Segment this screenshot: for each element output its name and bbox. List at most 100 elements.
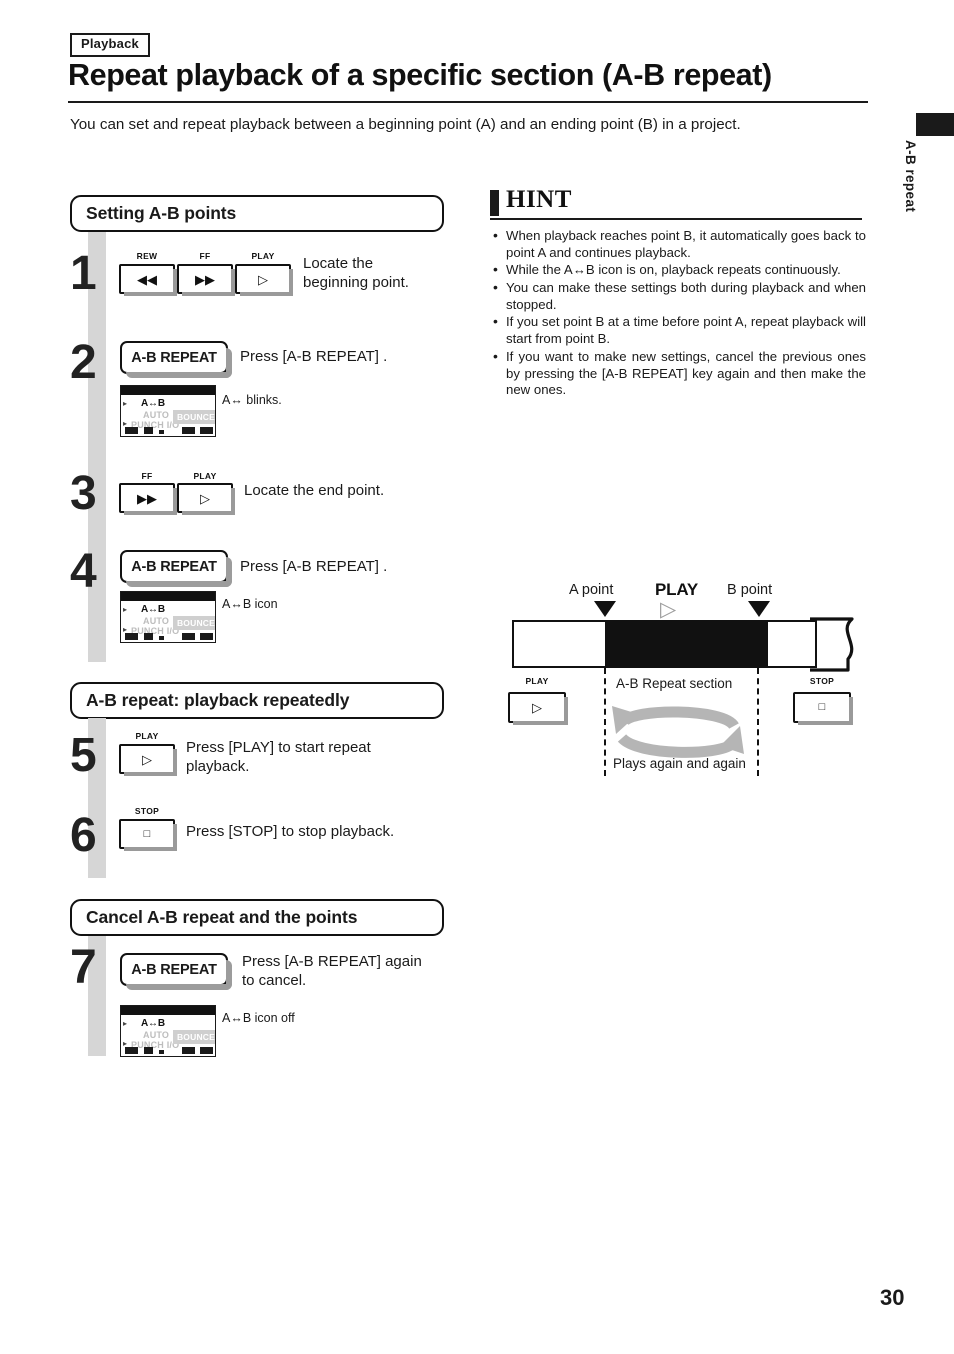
- rewind-icon: ◀◀: [137, 271, 157, 287]
- fast-forward-icon: ▶▶: [137, 490, 157, 506]
- step-number-5: 5: [70, 729, 97, 782]
- key-cap-play-3: PLAY: [193, 471, 217, 481]
- b-point-caret: [748, 601, 770, 617]
- lcd-left-marker-a: ▸: [123, 1019, 128, 1028]
- page-intro: You can set and repeat playback between …: [70, 116, 741, 133]
- lcd-ab-icon-4: A↔B: [141, 604, 165, 615]
- step-number-7: 7: [70, 941, 97, 994]
- loop-label: Plays again and again: [613, 756, 746, 771]
- stop-icon: □: [818, 701, 826, 713]
- hint-item: While the A↔B icon is on, playback repea…: [492, 261, 866, 279]
- fast-forward-icon: ▶▶: [195, 271, 215, 287]
- key-cap-ff-1: FF: [199, 251, 211, 261]
- step-number-1: 1: [70, 247, 97, 300]
- ab-repeat-button-2[interactable]: A-B REPEAT: [120, 341, 232, 378]
- lcd-tick: [125, 1047, 138, 1054]
- lcd-ab-icon-7: A↔B: [141, 1018, 165, 1029]
- lcd-top-bar: [121, 1006, 215, 1015]
- lcd-note-2: A↔ blinks.: [222, 393, 282, 407]
- lcd-tick: [144, 1047, 153, 1054]
- hint-item: If you want to make new settings, cancel…: [492, 348, 866, 399]
- lcd-bounce-label-4: BOUNCE: [172, 616, 215, 630]
- lcd-top-bar: [121, 592, 215, 601]
- lcd-tick: [200, 633, 213, 640]
- hint-item: If you set point B at a time before poin…: [492, 313, 866, 347]
- timeline-bar: [512, 617, 854, 672]
- play-icon: ▷: [532, 700, 542, 715]
- lcd-tick: [182, 1047, 195, 1054]
- hint-accent-bar: [490, 190, 499, 216]
- section-header-repeat: A-B repeat: playback repeatedly: [70, 682, 444, 720]
- lcd-tick: [159, 1050, 164, 1054]
- step-6-instruction: Press [STOP] to stop playback.: [186, 823, 395, 840]
- diagram-play-word: PLAY: [655, 580, 698, 599]
- key-shadow-bottom: [126, 984, 232, 990]
- lcd-tick: [200, 427, 213, 434]
- ff-button-3[interactable]: ▶▶: [119, 483, 177, 515]
- key-shadow-right: [226, 557, 232, 587]
- ab-repeat-label-7: A-B REPEAT: [131, 961, 217, 978]
- key-cap-diagram-stop: STOP: [809, 676, 835, 686]
- lcd-bounce-label-2: BOUNCE: [172, 410, 215, 424]
- lcd-tick: [144, 427, 153, 434]
- repeat-section-label: A-B Repeat section: [616, 676, 733, 691]
- hint-list: When playback reaches point B, it automa…: [492, 227, 866, 400]
- lcd-auto-label-7: AUTO: [143, 1030, 170, 1040]
- lcd-tick: [125, 633, 138, 640]
- key-cap-play-5: PLAY: [135, 731, 159, 741]
- page-number: 30: [880, 1285, 905, 1310]
- key-cap-ff-3: FF: [141, 471, 153, 481]
- lcd-display-7: ▸ ▸ A↔B AUTO PUNCH I/O BOUNCE: [120, 1005, 216, 1057]
- diagram-play-button[interactable]: ▷: [508, 692, 568, 725]
- a-point-caret: [594, 601, 616, 617]
- lcd-auto-label-4: AUTO: [143, 616, 170, 626]
- ab-repeat-label-4: A-B REPEAT: [131, 558, 217, 575]
- key-shadow-bottom: [126, 372, 232, 378]
- play-icon: ▷: [258, 271, 268, 287]
- margin-tab-label: A-B repeat: [903, 140, 918, 213]
- torn-edge-icon: [810, 617, 854, 672]
- step-4-instruction: Press [A-B REPEAT] .: [240, 558, 388, 575]
- ff-button-1[interactable]: ▶▶: [177, 264, 235, 296]
- category-tag: Playback: [70, 33, 150, 57]
- lcd-display-2: ▸ ▸ A↔B AUTO PUNCH I/O BOUNCE: [120, 385, 216, 437]
- rew-button[interactable]: ◀◀: [119, 264, 177, 296]
- play-icon: ▷: [142, 751, 152, 767]
- loop-arrow-icon: [612, 706, 744, 758]
- key-shadow-bottom: [126, 581, 232, 587]
- play-button-1[interactable]: ▷: [235, 264, 293, 296]
- lcd-bounce-label-7: BOUNCE: [172, 1030, 215, 1044]
- step-7-instruction: Press [A-B REPEAT] again to cancel.: [242, 953, 422, 989]
- key-cap-stop-6: STOP: [134, 806, 160, 816]
- key-cap-diagram-play: PLAY: [525, 676, 549, 686]
- stop-button-6[interactable]: □: [119, 819, 177, 851]
- lcd-tick: [159, 636, 164, 640]
- section-header-cancel: Cancel A-B repeat and the points: [70, 899, 444, 937]
- timeline-repeat-region: [605, 620, 768, 668]
- section-header-setting: Setting A-B points: [70, 195, 444, 233]
- key-cap-play-1: PLAY: [251, 251, 275, 261]
- lcd-ab-icon-2: A↔B: [141, 398, 165, 409]
- key-shadow-right: [226, 348, 232, 378]
- lcd-note-7: A↔B icon off: [222, 1011, 295, 1025]
- diagram-stop-button[interactable]: □: [793, 692, 853, 725]
- ab-repeat-button-4[interactable]: A-B REPEAT: [120, 550, 232, 587]
- ab-repeat-label-2: A-B REPEAT: [131, 349, 217, 366]
- step-3-instruction: Locate the end point.: [244, 482, 385, 499]
- ab-repeat-button-7[interactable]: A-B REPEAT: [120, 953, 232, 990]
- play-button-3[interactable]: ▷: [177, 483, 235, 515]
- lcd-note-4: A↔B icon: [222, 597, 278, 611]
- step-number-6: 6: [70, 809, 97, 862]
- lcd-tick: [182, 633, 195, 640]
- page-title: Repeat playback of a specific section (A…: [68, 58, 772, 92]
- b-point-label: B point: [727, 582, 773, 598]
- step-2-instruction: Press [A-B REPEAT] .: [240, 348, 388, 365]
- title-divider: [68, 101, 868, 103]
- play-button-5[interactable]: ▷: [119, 744, 177, 776]
- diagram-play-icon: ▷: [660, 598, 677, 621]
- hint-item: When playback reaches point B, it automa…: [492, 227, 866, 261]
- step-number-3: 3: [70, 467, 97, 520]
- hint-item: You can make these settings both during …: [492, 279, 866, 313]
- hint-divider: [490, 218, 862, 221]
- lcd-tick: [144, 633, 153, 640]
